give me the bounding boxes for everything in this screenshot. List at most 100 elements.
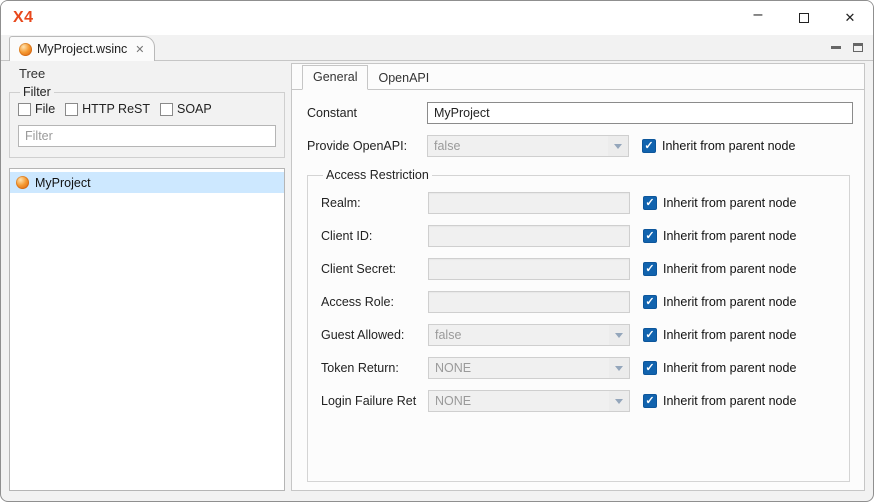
filter-checkbox-soap[interactable]: SOAP [160, 102, 212, 116]
checkbox-checked-icon [643, 295, 657, 309]
client-id-label: Client ID: [321, 229, 428, 243]
provide-openapi-select[interactable]: false [427, 135, 629, 157]
chevron-down-icon [609, 391, 629, 411]
realm-input[interactable] [428, 192, 630, 214]
properties-tab-bar: General OpenAPI [292, 64, 864, 90]
filter-checkbox-soap-label: SOAP [177, 102, 212, 116]
window-minimize-button[interactable]: – [735, 1, 781, 35]
minimize-view-icon[interactable] [831, 46, 841, 49]
client-id-input[interactable] [428, 225, 630, 247]
tree-panel-title: Tree [19, 66, 285, 81]
checkbox-unchecked-icon [18, 103, 31, 116]
login-failure-select[interactable]: NONE [428, 390, 630, 412]
filter-checkbox-file[interactable]: File [18, 102, 55, 116]
inherit-label: Inherit from parent node [663, 394, 796, 408]
filter-checkbox-http-rest-label: HTTP ReST [82, 102, 150, 116]
checkbox-checked-icon [643, 229, 657, 243]
realm-row: Realm: Inherit from parent node [321, 192, 849, 214]
guest-allowed-label: Guest Allowed: [321, 328, 428, 342]
checkbox-checked-icon [642, 139, 656, 153]
app-window: X4 – ✕ MyProject.wsinc ✕ Tree Filter [0, 0, 874, 502]
guest-allowed-row: Guest Allowed: false Inherit from parent… [321, 324, 849, 346]
provide-openapi-row: Provide OpenAPI: false Inherit from pare… [307, 135, 856, 157]
window-maximize-button[interactable] [781, 1, 827, 35]
general-form: Constant Provide OpenAPI: false Inherit … [292, 90, 864, 490]
checkbox-checked-icon [643, 262, 657, 276]
window-controls: – ✕ [735, 1, 873, 35]
main-content: Tree Filter File HTTP ReST SOAP [1, 61, 873, 501]
checkbox-checked-icon [643, 196, 657, 210]
access-role-input[interactable] [428, 291, 630, 313]
inherit-label: Inherit from parent node [663, 361, 796, 375]
inherit-label: Inherit from parent node [663, 295, 796, 309]
project-icon [16, 176, 29, 189]
checkbox-unchecked-icon [160, 103, 173, 116]
title-bar: X4 – ✕ [1, 1, 873, 35]
inherit-label: Inherit from parent node [663, 229, 796, 243]
chevron-down-icon [608, 136, 628, 156]
constant-row: Constant [307, 102, 856, 124]
inherit-checkbox-realm[interactable]: Inherit from parent node [643, 196, 796, 210]
filter-input[interactable] [18, 125, 276, 147]
checkbox-checked-icon [643, 328, 657, 342]
token-return-row: Token Return: NONE Inherit from parent n… [321, 357, 849, 379]
project-tree: MyProject [9, 168, 285, 491]
inherit-checkbox-access-role[interactable]: Inherit from parent node [643, 295, 796, 309]
inherit-checkbox-client-id[interactable]: Inherit from parent node [643, 229, 796, 243]
checkbox-checked-icon [643, 361, 657, 375]
editor-tab-myproject[interactable]: MyProject.wsinc ✕ [9, 36, 155, 61]
token-return-label: Token Return: [321, 361, 428, 375]
constant-label: Constant [307, 106, 427, 120]
client-secret-input[interactable] [428, 258, 630, 280]
login-failure-row: Login Failure Ret NONE Inherit from pare… [321, 390, 849, 412]
inherit-checkbox-login-failure[interactable]: Inherit from parent node [643, 394, 796, 408]
maximize-view-icon[interactable] [853, 43, 863, 52]
provide-openapi-value: false [428, 139, 608, 153]
access-role-label: Access Role: [321, 295, 428, 309]
token-return-value: NONE [429, 361, 609, 375]
filter-checkbox-http-rest[interactable]: HTTP ReST [65, 102, 150, 116]
checkbox-checked-icon [643, 394, 657, 408]
client-id-row: Client ID: Inherit from parent node [321, 225, 849, 247]
view-controls [831, 43, 863, 60]
token-return-select[interactable]: NONE [428, 357, 630, 379]
inherit-checkbox-guest-allowed[interactable]: Inherit from parent node [643, 328, 796, 342]
filter-group-title: Filter [20, 85, 54, 99]
filter-checkbox-row: File HTTP ReST SOAP [18, 102, 276, 116]
guest-allowed-value: false [429, 328, 609, 342]
access-role-row: Access Role: Inherit from parent node [321, 291, 849, 313]
filter-group: Filter File HTTP ReST SOAP [9, 85, 285, 158]
access-restriction-title: Access Restriction [323, 168, 432, 182]
inherit-label: Inherit from parent node [663, 328, 796, 342]
tree-item-myproject[interactable]: MyProject [10, 172, 284, 193]
client-secret-label: Client Secret: [321, 262, 428, 276]
tree-item-label: MyProject [35, 176, 91, 190]
tab-close-icon[interactable]: ✕ [135, 43, 144, 56]
inherit-label: Inherit from parent node [663, 196, 796, 210]
chevron-down-icon [609, 358, 629, 378]
window-close-button[interactable]: ✕ [827, 1, 873, 35]
guest-allowed-select[interactable]: false [428, 324, 630, 346]
maximize-icon [799, 13, 809, 23]
tab-general[interactable]: General [302, 65, 368, 90]
tree-panel: Tree Filter File HTTP ReST SOAP [9, 66, 285, 491]
properties-panel: General OpenAPI Constant Provide OpenAPI… [291, 63, 865, 491]
constant-input[interactable] [427, 102, 853, 124]
tab-openapi[interactable]: OpenAPI [368, 67, 439, 90]
inherit-checkbox-token-return[interactable]: Inherit from parent node [643, 361, 796, 375]
chevron-down-icon [609, 325, 629, 345]
inherit-checkbox-provide-openapi[interactable]: Inherit from parent node [642, 139, 795, 153]
login-failure-label: Login Failure Ret [321, 394, 428, 408]
checkbox-unchecked-icon [65, 103, 78, 116]
login-failure-value: NONE [429, 394, 609, 408]
x4-logo: X4 [13, 9, 34, 27]
wsinc-file-icon [19, 43, 32, 56]
realm-label: Realm: [321, 196, 428, 210]
client-secret-row: Client Secret: Inherit from parent node [321, 258, 849, 280]
inherit-label: Inherit from parent node [663, 262, 796, 276]
access-restriction-group: Access Restriction Realm: Inherit from p… [307, 168, 850, 482]
provide-openapi-label: Provide OpenAPI: [307, 139, 427, 153]
editor-tab-strip: MyProject.wsinc ✕ [1, 35, 873, 61]
inherit-checkbox-client-secret[interactable]: Inherit from parent node [643, 262, 796, 276]
inherit-label: Inherit from parent node [662, 139, 795, 153]
